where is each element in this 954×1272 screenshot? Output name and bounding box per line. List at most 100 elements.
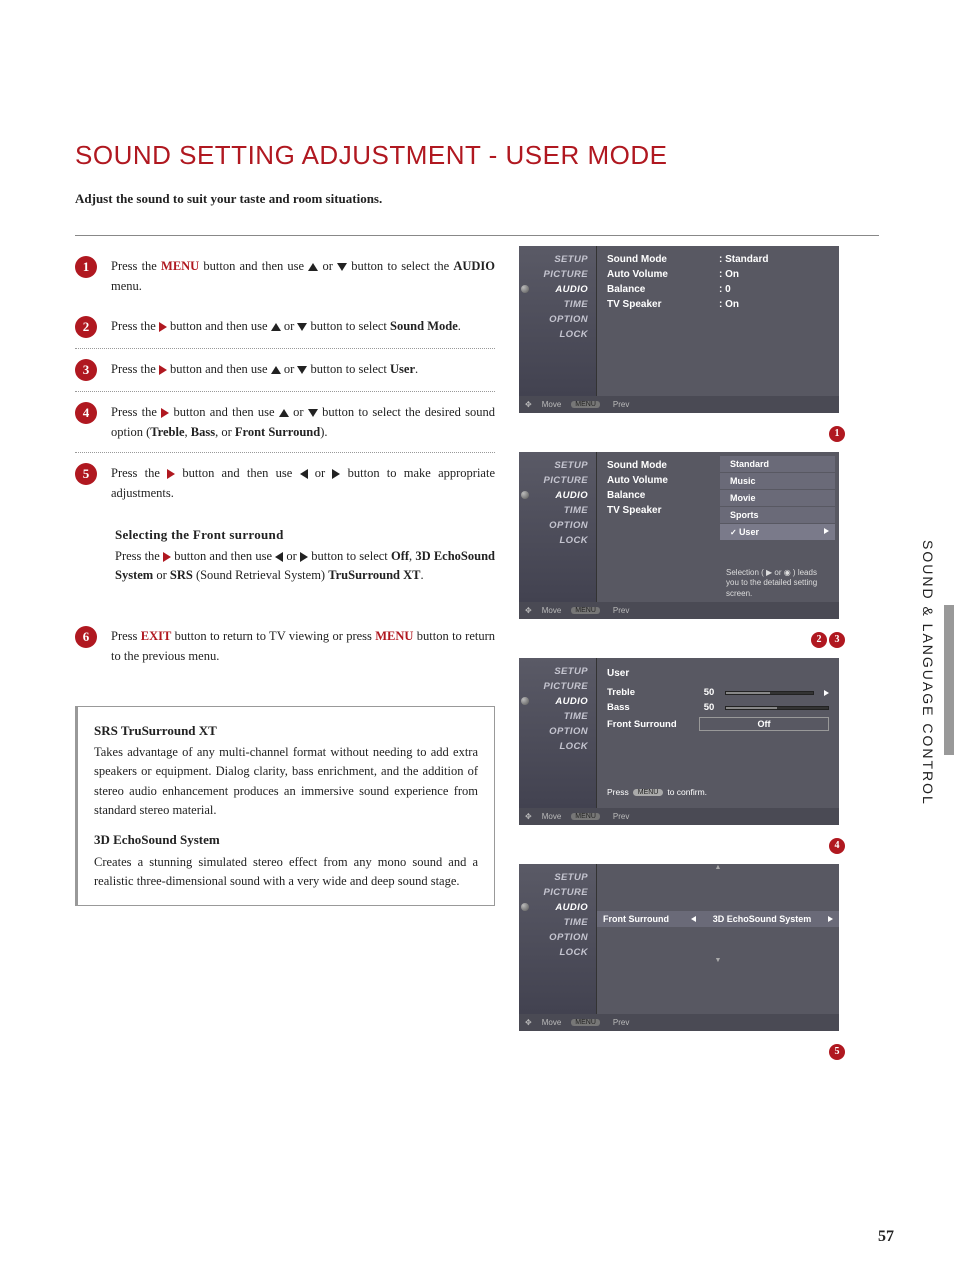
front-surround-label: Front Surround xyxy=(235,425,320,439)
step-text: (Sound Retrieval System) xyxy=(193,568,328,582)
osd-badge: 4 xyxy=(829,838,845,854)
step-text: button to select xyxy=(307,319,390,333)
osd-menu-time: TIME xyxy=(519,709,596,724)
osd-row: Balance: 0 xyxy=(601,282,835,297)
osd-menu-audio: AUDIO xyxy=(519,488,596,503)
osd-slider-treble: Treble50 xyxy=(601,685,835,700)
osd-menu-option: OPTION xyxy=(519,312,596,327)
osd-menu-setup: SETUP xyxy=(519,870,596,885)
step-text: . xyxy=(415,362,418,376)
osd-slider-bass: Bass50 xyxy=(601,700,835,715)
right-arrow-icon xyxy=(332,469,340,479)
down-arrow-icon: ▼ xyxy=(597,957,839,964)
right-arrow-icon xyxy=(163,552,171,562)
osd-sidebar: SETUP PICTURE AUDIO TIME OPTION LOCK xyxy=(519,452,597,602)
step-text: Press the xyxy=(115,549,163,563)
srs-heading: SRS TruSurround XT xyxy=(94,721,478,741)
osd-hint: Selection ( ▶ or ◉ ) leads you to the de… xyxy=(720,564,835,603)
osd-menu-picture: PICTURE xyxy=(519,267,596,282)
step-2: 2 Press the button and then use or butto… xyxy=(75,306,495,349)
right-arrow-icon xyxy=(300,552,308,562)
right-arrow-icon xyxy=(161,408,169,418)
step-text: or xyxy=(289,405,308,419)
step-text: or xyxy=(281,319,298,333)
osd-menu-option: OPTION xyxy=(519,724,596,739)
side-tab xyxy=(944,605,954,755)
step-bullet: 4 xyxy=(75,402,97,424)
step-text: or xyxy=(281,362,298,376)
osd-sidebar: SETUP PICTURE AUDIO TIME OPTION LOCK xyxy=(519,658,597,808)
step-text: button and then use xyxy=(175,466,299,480)
srs-label: SRS xyxy=(170,568,193,582)
osd-footer: ✥ Move MENUPrev xyxy=(519,602,839,619)
osd-panel-4: SETUP PICTURE AUDIO TIME OPTION LOCK ▲ F… xyxy=(519,864,839,1031)
down-arrow-icon xyxy=(337,263,347,271)
step-1: 1 Press the MENU button and then use or … xyxy=(75,246,495,306)
step-text: Press the xyxy=(111,259,161,273)
step-text: Press xyxy=(111,629,141,643)
step-text: button and then use xyxy=(169,405,279,419)
step-bullet: 1 xyxy=(75,256,97,278)
osd-panel-3: SETUP PICTURE AUDIO TIME OPTION LOCK Use… xyxy=(519,658,839,825)
osd-badge: 2 xyxy=(811,632,827,648)
front-surround-text: Press the button and then use or button … xyxy=(115,547,495,586)
osd-panel-1: SETUP PICTURE AUDIO TIME OPTION LOCK Sou… xyxy=(519,246,839,413)
osd-menu-audio: AUDIO xyxy=(519,900,596,915)
step-text: . xyxy=(458,319,461,333)
up-arrow-icon xyxy=(271,366,281,374)
step-text: or xyxy=(283,549,300,563)
step-text: button to return to TV viewing or press xyxy=(171,629,375,643)
osd-options: Standard Music Movie Sports ✓ User Selec… xyxy=(720,456,835,603)
osd-badge: 1 xyxy=(829,426,845,442)
step-text: button to select xyxy=(308,549,391,563)
step-text: Press the xyxy=(111,319,159,333)
bass-label: Bass xyxy=(191,425,215,439)
step-bullet: 5 xyxy=(75,463,97,485)
osd-menu-time: TIME xyxy=(519,915,596,930)
step-bullet: 2 xyxy=(75,316,97,338)
section-side-label: SOUND & LANGUAGE CONTROL xyxy=(920,540,936,806)
osd-option: Sports xyxy=(720,507,835,523)
osd-front-surround-row: Front SurroundOff xyxy=(601,715,835,733)
osd-menu-picture: PICTURE xyxy=(519,473,596,488)
step-bullet: 3 xyxy=(75,359,97,381)
step-text: button to select xyxy=(307,362,390,376)
osd-menu-lock: LOCK xyxy=(519,739,596,754)
step-text: ). xyxy=(320,425,327,439)
up-arrow-icon xyxy=(279,409,289,417)
menu-label: MENU xyxy=(375,629,413,643)
osd-menu-time: TIME xyxy=(519,503,596,518)
osd-menu-setup: SETUP xyxy=(519,664,596,679)
osd-menu-picture: PICTURE xyxy=(519,885,596,900)
up-arrow-icon xyxy=(308,263,318,271)
chevron-left-icon xyxy=(691,916,696,922)
osd-user-title: User xyxy=(601,664,835,685)
osd-menu-audio: AUDIO xyxy=(519,282,596,297)
chevron-right-icon xyxy=(824,528,829,534)
osd-option: Movie xyxy=(720,490,835,506)
step-bullet: 6 xyxy=(75,626,97,648)
osd-option-selected: ✓ User xyxy=(720,524,835,540)
down-arrow-icon xyxy=(308,409,318,417)
osd-footer: ✥ Move MENUPrev xyxy=(519,808,839,825)
front-surround-heading: Selecting the Front surround xyxy=(115,527,495,543)
osd-footer: ✥ Move MENUPrev xyxy=(519,396,839,413)
osd-badge: 5 xyxy=(829,1044,845,1060)
step-text: Press the xyxy=(111,362,159,376)
menu-label: MENU xyxy=(161,259,199,273)
right-arrow-icon xyxy=(159,365,167,375)
step-text: or xyxy=(318,259,337,273)
osd-badge: 3 xyxy=(829,632,845,648)
step-text: button and then use xyxy=(171,549,275,563)
osd-column: SETUP PICTURE AUDIO TIME OPTION LOCK Sou… xyxy=(519,246,849,1070)
osd-row: TV Speaker: On xyxy=(601,297,835,312)
step-5: 5 Press the button and then use or butto… xyxy=(75,453,495,513)
down-arrow-icon xyxy=(297,323,307,331)
user-label: User xyxy=(390,362,415,376)
osd-sidebar: SETUP PICTURE AUDIO TIME OPTION LOCK xyxy=(519,246,597,396)
osd-menu-picture: PICTURE xyxy=(519,679,596,694)
step-text: button to select the xyxy=(347,259,453,273)
echosound-desc: Creates a stunning simulated stereo effe… xyxy=(94,853,478,892)
step-6: 6 Press EXIT button to return to TV view… xyxy=(75,616,495,676)
osd-menu-lock: LOCK xyxy=(519,533,596,548)
